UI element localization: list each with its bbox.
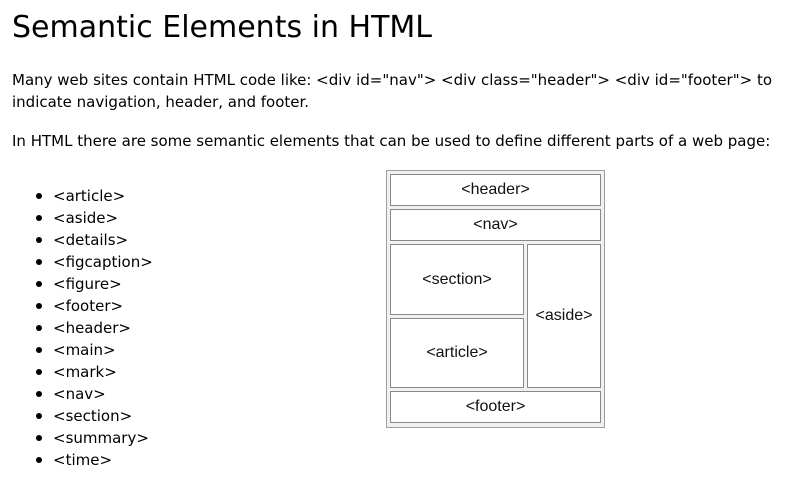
bullet-icon [36,457,42,463]
list-item-label: <main> [53,341,116,359]
list-item-label: <footer> [53,297,124,315]
bullet-icon [36,259,42,265]
list-item: <summary> [12,427,153,449]
diagram-footer-region: <footer> [390,391,601,423]
list-item-label: <details> [53,231,129,249]
list-item-label: <summary> [53,429,149,447]
list-item: <nav> [12,383,153,405]
list-item-label: <nav> [53,385,106,403]
bullet-icon [36,391,42,397]
list-item: <details> [12,229,153,251]
list-item: <aside> [12,207,153,229]
bullet-icon [36,215,42,221]
bullet-icon [36,413,42,419]
list-item-label: <mark> [53,363,117,381]
diagram-section-region: <section> [390,244,524,315]
list-item-label: <header> [53,319,131,337]
bullet-icon [36,347,42,353]
list-item-label: <aside> [53,209,119,227]
bullet-icon [36,369,42,375]
list-item: <header> [12,317,153,339]
list-item-label: <figure> [53,275,122,293]
bullet-icon [36,435,42,441]
semantic-layout-diagram: <header> <nav> <section> <article> <asid… [386,170,605,428]
diagram-nav-region: <nav> [390,209,601,241]
bullet-icon [36,281,42,287]
list-item-label: <section> [53,407,133,425]
list-item-label: <time> [53,451,113,469]
list-item: <figcaption> [12,251,153,273]
list-item: <footer> [12,295,153,317]
diagram-header-region: <header> [390,174,601,206]
diagram-aside-region: <aside> [527,244,601,388]
semantic-elements-paragraph: In HTML there are some semantic elements… [12,132,771,150]
list-item: <main> [12,339,153,361]
list-item: <figure> [12,273,153,295]
diagram-article-region: <article> [390,318,524,388]
intro-paragraph: Many web sites contain HTML code like: <… [12,71,773,111]
list-item: <time> [12,449,153,471]
list-item-label: <article> [53,187,126,205]
list-item: <section> [12,405,153,427]
bullet-icon [36,193,42,199]
list-item-label: <figcaption> [53,253,153,271]
semantic-elements-list: <article> <aside> <details> <figcaption>… [12,185,153,471]
bullet-icon [36,303,42,309]
bullet-icon [36,325,42,331]
bullet-icon [36,237,42,243]
page-title: Semantic Elements in HTML [12,10,432,45]
list-item: <mark> [12,361,153,383]
list-item: <article> [12,185,153,207]
